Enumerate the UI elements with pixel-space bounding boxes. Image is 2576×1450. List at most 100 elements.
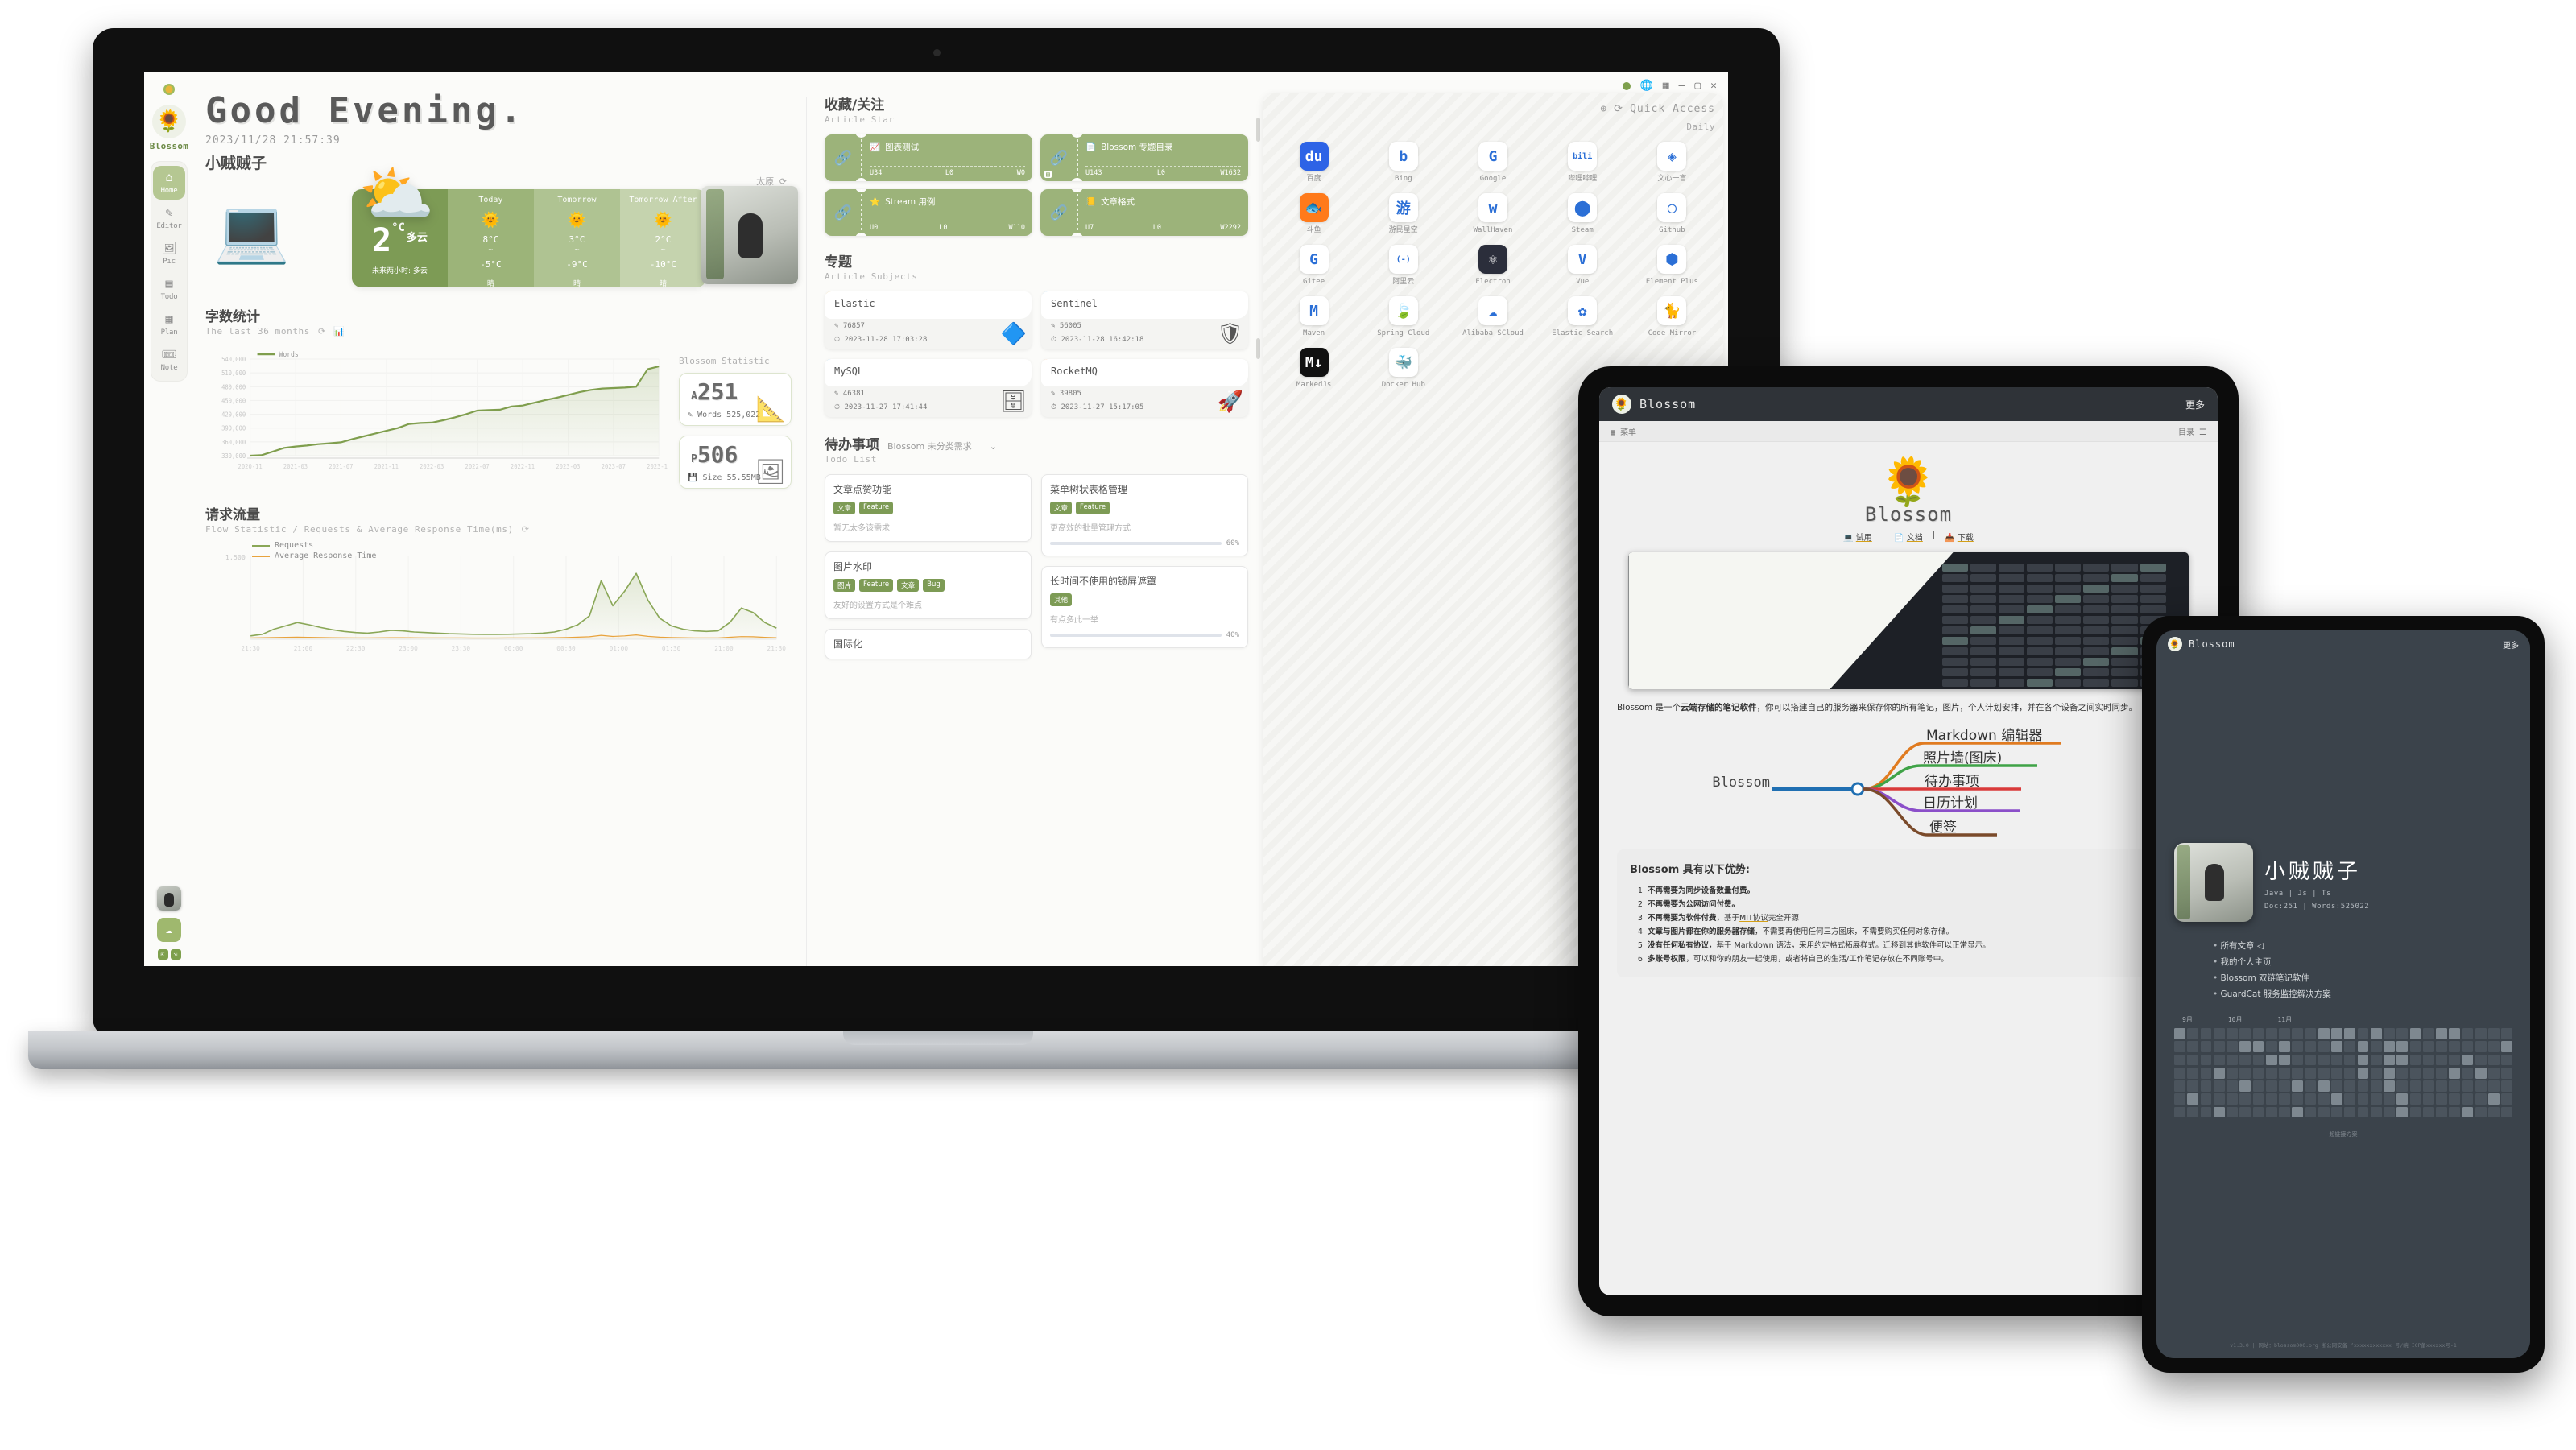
- heatmap-cell: [2423, 1041, 2434, 1052]
- avatar[interactable]: [157, 886, 181, 911]
- star-ticket[interactable]: 🔗 ⭐ Stream 用例 U0 L0 W110: [825, 189, 1032, 236]
- star-ticket[interactable]: 🔗 📈 图表测试 U34 L0 W0: [825, 134, 1032, 181]
- globe-icon[interactable]: 🌐: [1640, 81, 1653, 91]
- subject-logo-icon: 🛡: [1217, 322, 1243, 346]
- refresh-icon[interactable]: ⟳: [522, 524, 529, 535]
- mit-license-link[interactable]: MIT协议: [1739, 914, 1768, 923]
- sidebar-item-pic[interactable]: 🖼 Pic: [153, 237, 185, 271]
- svg-text:510,000: 510,000: [221, 370, 246, 377]
- legend-item-response-time[interactable]: Average Response Time: [252, 551, 376, 560]
- quick-access-item[interactable]: ⬤ Steam: [1540, 193, 1626, 235]
- more-button[interactable]: 更多: [2185, 398, 2205, 411]
- stat-sub-label: Words 525,022: [697, 411, 760, 419]
- refresh-icon[interactable]: ⟳: [318, 326, 325, 337]
- quick-access-item[interactable]: ✿ Elastic Search: [1540, 296, 1626, 338]
- svg-text:540,000: 540,000: [221, 356, 246, 363]
- brand-logo-icon[interactable]: 🌻: [152, 105, 186, 138]
- subject-card[interactable]: RocketMQ ✎ 39805 ⏱ 2023-11-27 15:17:05 🚀: [1041, 359, 1248, 417]
- phone-brand[interactable]: 🌻 Blossom: [2168, 637, 2235, 651]
- try-link[interactable]: 💻 试用: [1843, 531, 1872, 543]
- quick-access-item[interactable]: ◈ 文心一言: [1629, 142, 1715, 184]
- section-title: 待办事项: [825, 433, 879, 453]
- phone-link-item[interactable]: Blossom 双链笔记软件: [2213, 970, 2530, 986]
- separator: |: [1933, 531, 1935, 543]
- todo-card[interactable]: 文章点赞功能 文章 Feature 暂无太多该需求: [825, 474, 1032, 542]
- quick-access-label: Alibaba SCloud: [1449, 329, 1536, 338]
- quick-access-item[interactable]: bili 哔哩哔哩: [1540, 142, 1626, 184]
- weather-widget: 太原 ⟳ 💻 ⛅ 2 °C 多云 未来两小时: 多云 Today 🌞 8°C ~…: [205, 178, 792, 299]
- expand-icon[interactable]: ⇱: [158, 949, 168, 960]
- sidebar-item-note[interactable]: 🎟 Note: [153, 343, 185, 377]
- download-link[interactable]: 📥 下载: [1945, 531, 1974, 543]
- upload-icon[interactable]: ☁: [157, 918, 181, 942]
- stat-card-articles[interactable]: A251 ✎ Words 525,022 📐: [679, 373, 792, 426]
- heatmap-cell: [2475, 1055, 2487, 1066]
- plus-icon[interactable]: ⊕: [1600, 103, 1607, 115]
- greeting-title: Good Evening.: [205, 90, 792, 131]
- quick-access-item[interactable]: M↓ MarkedJs: [1271, 348, 1357, 390]
- cat-photo[interactable]: [701, 186, 798, 284]
- quick-access-item[interactable]: 🐈 Code Mirror: [1629, 296, 1715, 338]
- more-button[interactable]: 更多: [2503, 638, 2519, 651]
- quick-access-item[interactable]: 🐳 Docker Hub: [1360, 348, 1446, 390]
- subject-card[interactable]: MySQL ✎ 46381 ⏱ 2023-11-27 17:41:44 🗄: [825, 359, 1032, 417]
- quick-access-item[interactable]: V Vue: [1540, 245, 1626, 287]
- toc-label: 目录: [2178, 428, 2194, 437]
- chart-icon[interactable]: 📊: [333, 326, 345, 337]
- close-button[interactable]: ✕: [1710, 81, 1717, 91]
- avatar[interactable]: [2174, 843, 2253, 922]
- minimize-button[interactable]: —: [1679, 81, 1685, 91]
- todo-card[interactable]: 长时间不使用的锁屏遮罩 其他 有点多此一举 40%: [1041, 566, 1248, 648]
- phone-link-item[interactable]: GuardCat 服务监控解决方案: [2213, 986, 2530, 1002]
- quick-access-item[interactable]: ☁ Alibaba SCloud: [1449, 296, 1536, 338]
- todo-card[interactable]: 菜单树状表格管理 文章 Feature 更高效的批量管理方式 60%: [1041, 474, 1248, 556]
- scrollbar-left[interactable]: [1256, 118, 1260, 142]
- sync-dot-icon[interactable]: [1623, 82, 1631, 90]
- stat-card-pictures[interactable]: P506 💾 Size 55.55MB 🖼: [679, 436, 792, 489]
- subject-card[interactable]: Sentinel ✎ 56005 ⏱ 2023-11-28 16:42:18 🛡: [1041, 291, 1248, 349]
- phone-link-item[interactable]: 所有文章 ◁: [2213, 938, 2530, 954]
- quick-access-item[interactable]: ⬢ Element Plus: [1629, 245, 1715, 287]
- toc-button[interactable]: 目录 ☰: [2178, 425, 2206, 437]
- doc-link[interactable]: 📄 文档: [1894, 531, 1923, 543]
- quick-access-label: Bing: [1360, 175, 1446, 184]
- quick-access-item[interactable]: 游 游民星空: [1360, 193, 1446, 235]
- tablet-brand[interactable]: 🌻 Blossom: [1612, 395, 1696, 414]
- advantage-bold: 多账号权限: [1648, 955, 1686, 964]
- quick-access-item[interactable]: du 百度: [1271, 142, 1357, 184]
- star-ticket[interactable]: 🔗 📒 文章格式 U7 L0 W2292: [1040, 189, 1248, 236]
- subject-card[interactable]: Elastic ✎ 76857 ⏱ 2023-11-28 17:03:28 🔷: [825, 291, 1032, 349]
- quick-access-item[interactable]: w WallHaven: [1449, 193, 1536, 235]
- grid-icon[interactable]: ▦: [1663, 81, 1669, 91]
- sidebar-item-editor[interactable]: ✎ Editor: [153, 201, 185, 235]
- quick-access-item[interactable]: G Google: [1449, 142, 1536, 184]
- quick-access-item[interactable]: M Maven: [1271, 296, 1357, 338]
- heatmap-cell: [2344, 1055, 2355, 1066]
- heatmap-cell: [2331, 1093, 2342, 1105]
- quick-access-item[interactable]: 🍃 Spring Cloud: [1360, 296, 1446, 338]
- disk-icon: 💾: [688, 473, 697, 482]
- phone-link-item[interactable]: 我的个人主页: [2213, 954, 2530, 970]
- star-ticket[interactable]: 🔗 ▤ 📄 Blossom 专题目录 U143 L0 W1632: [1040, 134, 1248, 181]
- sidebar-item-plan[interactable]: ▦ Plan: [153, 308, 185, 341]
- sidebar-item-todo[interactable]: ▤ Todo: [153, 272, 185, 306]
- menu-button[interactable]: ▦ 菜单: [1611, 425, 1636, 437]
- maximize-button[interactable]: ▢: [1694, 81, 1701, 91]
- quick-access-item[interactable]: ◯ Github: [1629, 193, 1715, 235]
- quick-access-item[interactable]: 🐟 斗鱼: [1271, 193, 1357, 235]
- heatmap-cell: [2475, 1093, 2487, 1105]
- quick-access-item[interactable]: b Bing: [1360, 142, 1446, 184]
- todo-card[interactable]: 图片水印 图片 Feature 文章 Bug 友好的设置方式是个难点: [825, 551, 1032, 619]
- heatmap-cell: [2488, 1055, 2500, 1066]
- legend-item-requests[interactable]: Requests: [252, 541, 376, 550]
- todo-filter-dropdown[interactable]: Blossom 未分类需求 ⌄: [887, 440, 997, 452]
- quick-access-item[interactable]: (-) 阿里云: [1360, 245, 1446, 287]
- scrollbar-left-2[interactable]: [1256, 338, 1260, 359]
- quick-access-item[interactable]: ⚛ Electron: [1449, 245, 1536, 287]
- todo-card[interactable]: 国际化: [825, 629, 1032, 659]
- refresh-icon[interactable]: ⟳: [1614, 103, 1623, 115]
- quick-access-item[interactable]: G Gitee: [1271, 245, 1357, 287]
- sidebar-item-home[interactable]: ⌂ Home: [153, 166, 185, 200]
- collapse-icon[interactable]: ⇲: [171, 949, 181, 960]
- screenshot-dark-grid: [1942, 564, 2166, 679]
